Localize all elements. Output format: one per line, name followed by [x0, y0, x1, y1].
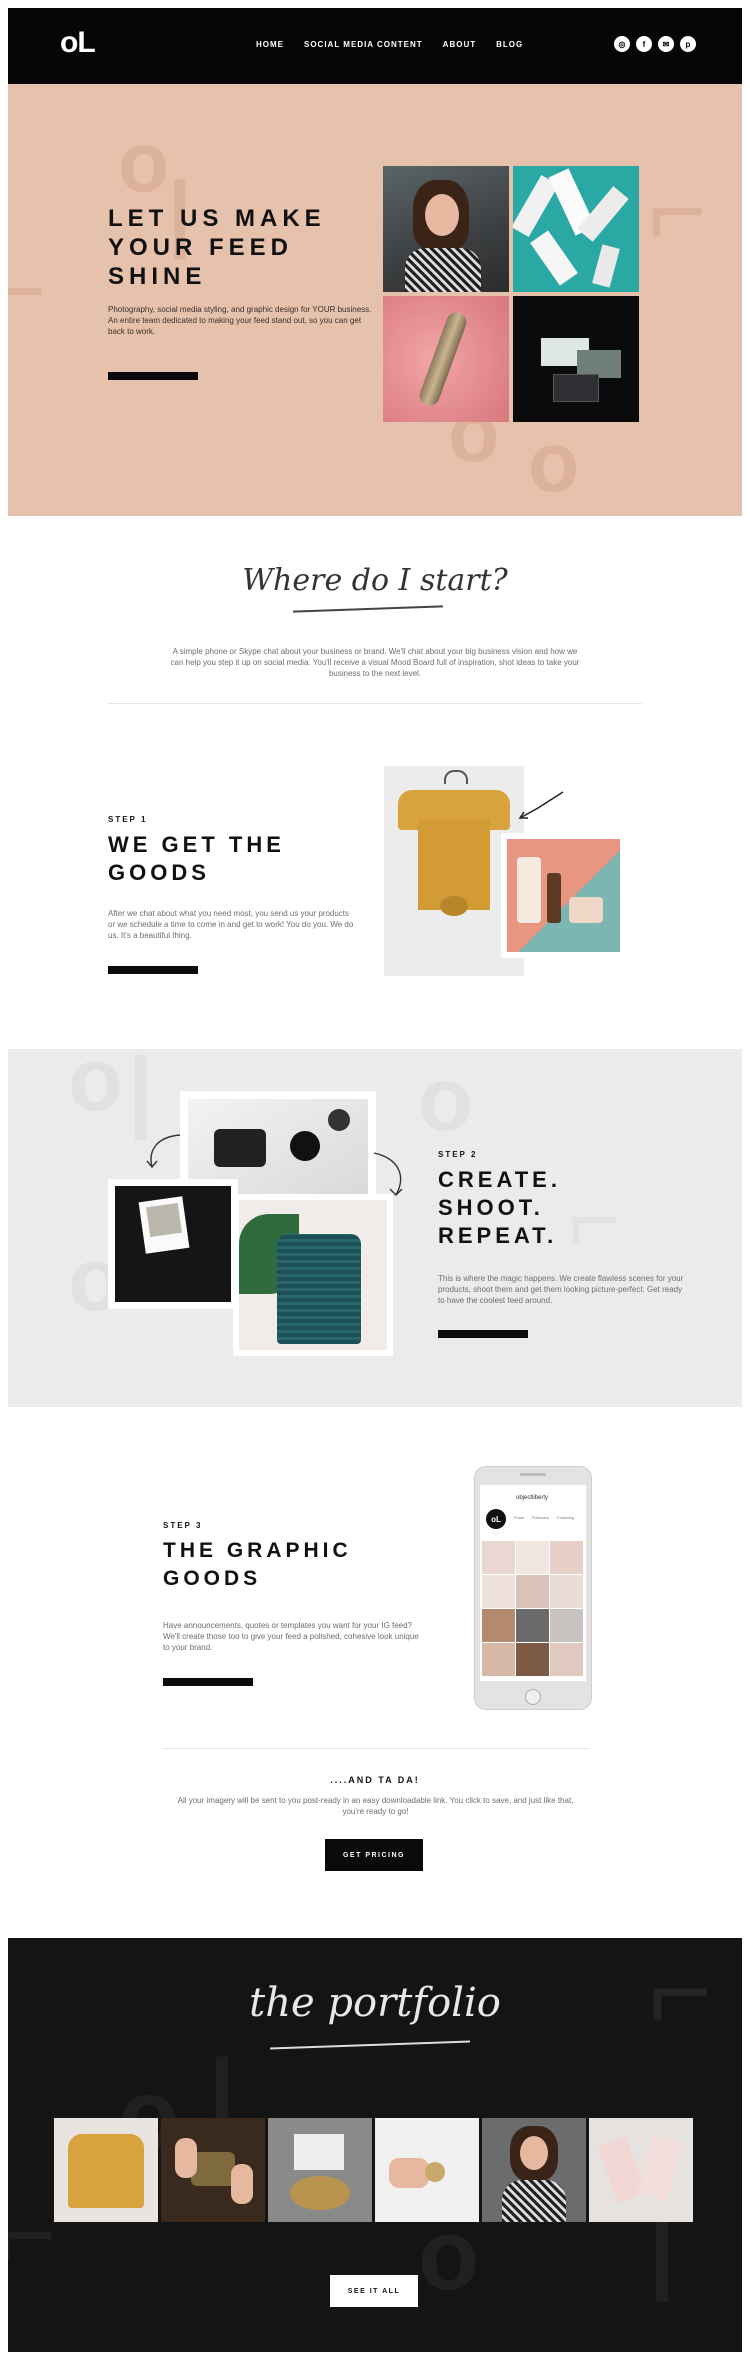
facebook-icon[interactable]: f — [636, 36, 652, 52]
hero-title: LET US MAKE YOUR FEED SHINE — [108, 205, 326, 290]
hero-text: Photography, social media styling, and g… — [108, 305, 372, 336]
nav-about[interactable]: ABOUT — [443, 40, 476, 49]
section-divider — [163, 1748, 588, 1749]
portfolio-item[interactable] — [54, 2118, 158, 2222]
curved-arrow-icon — [146, 1134, 181, 1169]
photo-business-cards — [513, 296, 639, 422]
step2-title: CREATE. SHOOT. REPEAT. — [438, 1167, 561, 1248]
watermark-logo: ⌐ — [8, 235, 47, 347]
step3-text: Have announcements, quotes or templates … — [163, 1621, 419, 1652]
watermark-logo: | — [128, 1049, 154, 1140]
watermark-logo: o — [418, 1050, 473, 1150]
photo-polaroid-jacket — [108, 1179, 238, 1309]
portfolio-script-title: the portfolio — [249, 1980, 501, 2026]
intro-text: A simple phone or Skype chat about your … — [170, 647, 580, 678]
step1-divider-bar — [108, 966, 198, 974]
tada-title: ....AND TA DA! — [330, 1775, 420, 1785]
curved-arrow-icon — [373, 1152, 403, 1196]
photo-skincare-bottles — [501, 833, 626, 958]
grid-post — [516, 1541, 549, 1574]
photo-pink-fur-bottle — [383, 296, 509, 422]
section-divider — [108, 703, 642, 704]
step2-text: This is where the magic happens. We crea… — [438, 1274, 684, 1305]
grid-post — [482, 1609, 515, 1642]
stat-followers: Followers — [532, 1515, 550, 1520]
see-it-all-button[interactable]: SEE IT ALL — [330, 2275, 418, 2307]
email-icon[interactable]: ✉ — [658, 36, 674, 52]
get-pricing-button[interactable]: GET PRICING — [325, 1839, 423, 1871]
watermark-logo: o — [118, 115, 170, 209]
profile-handle: objectliberty — [516, 1495, 549, 1501]
portfolio-item[interactable] — [482, 2118, 586, 2222]
profile-avatar: oL — [486, 1509, 506, 1529]
step2-section: o | o ⌐ o STEP 2 CREATE. SHOOT. REPEAT. … — [8, 1049, 742, 1407]
tada-text: All your imagery will be sent to you pos… — [177, 1796, 574, 1816]
script-underline — [270, 2040, 470, 2050]
watermark-logo: o — [528, 415, 580, 509]
page: oL HOME SOCIAL MEDIA CONTENT ABOUT BLOG … — [8, 8, 742, 2352]
grid-post — [482, 1575, 515, 1608]
stat-following: Following — [557, 1515, 575, 1520]
script-underline — [293, 605, 443, 613]
photo-teal-products — [513, 166, 639, 292]
stat-posts: Posts — [514, 1515, 525, 1520]
portfolio-item[interactable] — [161, 2118, 265, 2222]
pinterest-icon[interactable]: p — [680, 36, 696, 52]
portfolio-gallery — [54, 2118, 693, 2222]
step3-divider-bar — [163, 1678, 253, 1686]
grid-post — [482, 1643, 515, 1676]
grid-post — [550, 1541, 583, 1574]
grid-post — [516, 1575, 549, 1608]
step1-title: WE GET THE GOODS — [108, 832, 285, 885]
top-nav: oL HOME SOCIAL MEDIA CONTENT ABOUT BLOG … — [8, 8, 742, 84]
step2-divider-bar — [438, 1330, 528, 1338]
step3-label: STEP 3 — [163, 1521, 203, 1530]
social-links: ◎ f ✉ p — [614, 36, 696, 52]
watermark-logo: ⌐ — [8, 2179, 57, 2291]
grid-post — [550, 1643, 583, 1676]
step1-text: After we chat about what you need most, … — [108, 909, 354, 940]
intro-script-title: Where do I start? — [242, 563, 508, 598]
site-logo[interactable]: oL — [60, 26, 96, 60]
portfolio-item[interactable] — [268, 2118, 372, 2222]
grid-post — [482, 1541, 515, 1574]
main-menu: HOME SOCIAL MEDIA CONTENT ABOUT BLOG — [256, 40, 523, 49]
watermark-logo: ⌐ — [648, 155, 707, 267]
phone-screen: objectliberty oL Posts Followers Followi… — [480, 1485, 586, 1681]
instagram-grid — [482, 1541, 584, 1676]
nav-social-media-content[interactable]: SOCIAL MEDIA CONTENT — [304, 40, 423, 49]
grid-post — [516, 1643, 549, 1676]
hero-divider-bar — [108, 372, 198, 380]
grid-post — [516, 1609, 549, 1642]
grid-post — [550, 1609, 583, 1642]
portfolio-item[interactable] — [589, 2118, 693, 2222]
step1-label: STEP 1 — [108, 815, 148, 824]
grid-post — [550, 1575, 583, 1608]
arrow-doodle-icon — [518, 791, 564, 819]
home-button[interactable] — [525, 1689, 541, 1705]
phone-mockup: objectliberty oL Posts Followers Followi… — [474, 1466, 592, 1710]
hero-section: o | ⌐ ⌐ o o LET US MAKE YOUR FEED SHINE … — [8, 84, 742, 516]
portfolio-section: ⌐ o | ⌐ o | the portfolio SEE IT ALL — [8, 1938, 742, 2352]
photo-woman-portrait — [383, 166, 509, 292]
nav-blog[interactable]: BLOG — [496, 40, 523, 49]
watermark-logo: o — [68, 1049, 123, 1130]
instagram-icon[interactable]: ◎ — [614, 36, 630, 52]
photo-teal-tank-top — [233, 1194, 393, 1356]
portfolio-item[interactable] — [375, 2118, 479, 2222]
step3-title: THE GRAPHIC GOODS — [163, 1539, 352, 1590]
step2-label: STEP 2 — [438, 1150, 478, 1159]
profile-stats: Posts Followers Following — [514, 1515, 574, 1520]
nav-home[interactable]: HOME — [256, 40, 284, 49]
